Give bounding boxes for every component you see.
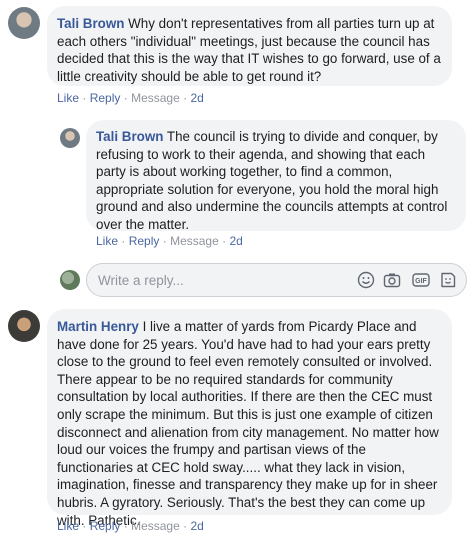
svg-text:GIF: GIF [415, 278, 427, 285]
message-link[interactable]: Message [131, 91, 180, 105]
sticker-icon[interactable] [439, 271, 457, 289]
message-link[interactable]: Message [170, 234, 219, 248]
comment-author[interactable]: Tali Brown [57, 16, 124, 31]
separator: · [123, 519, 128, 533]
message-link[interactable]: Message [131, 519, 180, 533]
separator: · [183, 91, 188, 105]
separator: · [222, 234, 227, 248]
avatar[interactable] [60, 128, 80, 148]
avatar[interactable] [8, 7, 40, 39]
reply-link[interactable]: Reply [90, 91, 121, 105]
separator: · [82, 91, 87, 105]
comment-author[interactable]: Martin Henry [57, 319, 139, 334]
comment-author[interactable]: Tali Brown [96, 129, 163, 144]
comment-bubble: Martin Henry I live a matter of yards fr… [47, 309, 452, 528]
camera-icon[interactable] [383, 271, 401, 289]
avatar[interactable] [8, 310, 40, 342]
comment-text: The council is trying to divide and conq… [96, 129, 448, 232]
comment-actions: Like · Reply · Message · 2d [96, 234, 243, 248]
comment-actions: Like · Reply · Message · 2d [57, 519, 204, 533]
comment-actions: Like · Reply · Message · 2d [57, 91, 204, 105]
like-link[interactable]: Like [57, 519, 79, 533]
gif-icon[interactable]: GIF [412, 271, 430, 289]
comment-bubble: Tali Brown Why don't representatives fro… [47, 6, 452, 86]
separator: · [183, 519, 188, 533]
reply-placeholder: Write a reply... [98, 273, 184, 288]
reply-input[interactable]: Write a reply... GIF [86, 263, 467, 297]
separator: · [123, 91, 128, 105]
emoji-icon[interactable] [357, 271, 375, 289]
separator: · [121, 234, 126, 248]
comment-bubble: Tali Brown The council is trying to divi… [86, 120, 466, 232]
separator: · [162, 234, 167, 248]
timestamp[interactable]: 2d [229, 234, 242, 248]
reply-link[interactable]: Reply [129, 234, 160, 248]
comment-text: I live a matter of yards from Picardy Pl… [57, 319, 439, 528]
timestamp[interactable]: 2d [190, 519, 203, 533]
separator: · [82, 519, 87, 533]
reply-link[interactable]: Reply [90, 519, 121, 533]
timestamp[interactable]: 2d [190, 91, 203, 105]
like-link[interactable]: Like [57, 91, 79, 105]
avatar [60, 270, 80, 290]
like-link[interactable]: Like [96, 234, 118, 248]
